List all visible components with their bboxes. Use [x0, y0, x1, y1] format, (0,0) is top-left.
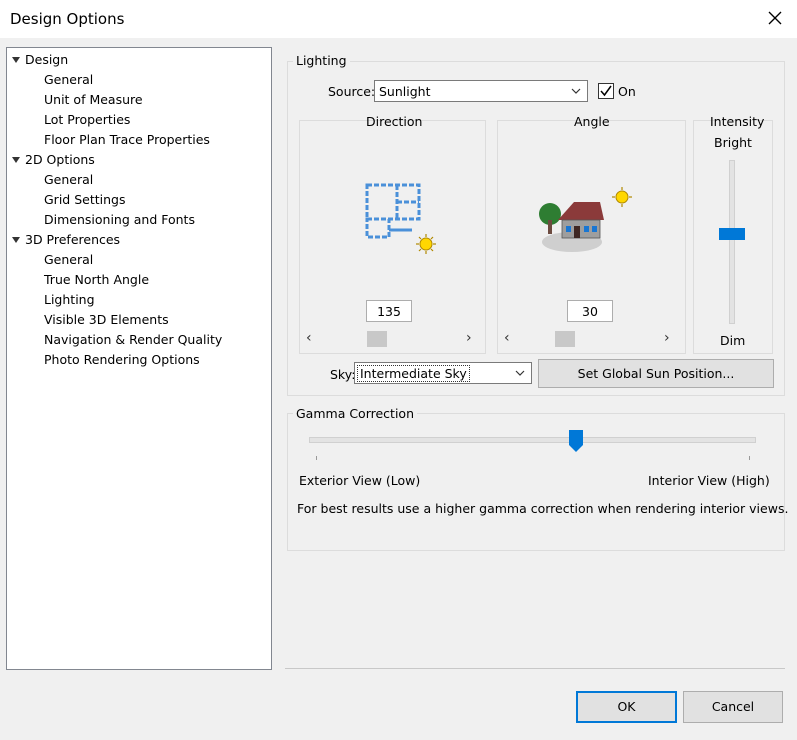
sky-label: Sky:: [330, 367, 356, 382]
lighting-group-label: Lighting: [293, 53, 350, 68]
tree-item-general[interactable]: General: [44, 71, 93, 89]
source-value: Sunlight: [379, 84, 431, 99]
window-title: Design Options: [10, 10, 125, 28]
direction-label: Direction: [366, 114, 423, 129]
chevron-down-icon: [571, 88, 581, 94]
gamma-track: [309, 437, 756, 443]
tree-item-unit-of-measure[interactable]: Unit of Measure: [44, 91, 143, 109]
gamma-group-label: Gamma Correction: [293, 406, 417, 421]
chevron-down-icon: [515, 370, 525, 376]
direction-scrollbar[interactable]: ‹ ›: [301, 328, 480, 350]
footer-divider: [285, 668, 785, 669]
expand-arrow-icon[interactable]: [12, 237, 20, 243]
intensity-label: Intensity: [710, 114, 765, 129]
close-button[interactable]: [765, 8, 785, 28]
gamma-tick-left: [316, 456, 317, 460]
on-label: On: [618, 84, 636, 99]
close-icon: [768, 11, 782, 25]
gamma-tick-right: [749, 456, 750, 460]
gamma-slider-thumb[interactable]: [569, 430, 583, 452]
tree-item-visible-3d-elements[interactable]: Visible 3D Elements: [44, 311, 169, 329]
house-icon: [539, 187, 632, 252]
scroll-left-icon[interactable]: ‹: [504, 330, 510, 346]
ok-button[interactable]: OK: [576, 691, 677, 723]
sky-select[interactable]: Intermediate Sky: [354, 362, 532, 384]
gamma-high-label: Interior View (High): [648, 473, 770, 488]
tree-item-grid-settings[interactable]: Grid Settings: [44, 191, 125, 209]
source-label: Source:: [328, 84, 376, 99]
angle-scrollbar[interactable]: ‹ ›: [499, 328, 680, 350]
tree-item-photo-rendering-options[interactable]: Photo Rendering Options: [44, 351, 200, 369]
intensity-bright-label: Bright: [714, 135, 752, 150]
direction-value-field[interactable]: 135: [366, 300, 412, 322]
tree-item-lighting[interactable]: Lighting: [44, 291, 95, 309]
angle-scroll-thumb[interactable]: [555, 331, 575, 347]
scroll-right-icon[interactable]: ›: [664, 330, 670, 346]
tree-item-true-north-angle[interactable]: True North Angle: [44, 271, 149, 289]
tree-item-floor-plan-trace-properties[interactable]: Floor Plan Trace Properties: [44, 131, 210, 149]
source-select[interactable]: Sunlight: [374, 80, 588, 102]
scroll-left-icon[interactable]: ‹: [306, 330, 312, 346]
tree-item-general[interactable]: General: [44, 171, 93, 189]
tree-item-2d-options[interactable]: 2D Options: [25, 151, 95, 169]
tree-item-lot-properties[interactable]: Lot Properties: [44, 111, 130, 129]
intensity-slider-thumb[interactable]: [719, 227, 745, 240]
tree-item-general[interactable]: General: [44, 251, 93, 269]
floor-plan-icon: [365, 183, 436, 254]
tree-item-design[interactable]: Design: [25, 51, 68, 69]
checkmark-icon: [600, 85, 612, 97]
tree-item-dimensioning-and-fonts[interactable]: Dimensioning and Fonts: [44, 211, 195, 229]
set-global-sun-button[interactable]: Set Global Sun Position...: [538, 359, 774, 388]
expand-arrow-icon[interactable]: [12, 157, 20, 163]
options-tree[interactable]: Design General Unit of Measure Lot Properti…: [6, 47, 272, 670]
on-checkbox[interactable]: [598, 83, 614, 99]
cancel-button[interactable]: Cancel: [683, 691, 783, 723]
intensity-track: [729, 160, 735, 324]
angle-label: Angle: [574, 114, 610, 129]
tree-item-3d-preferences[interactable]: 3D Preferences: [25, 231, 120, 249]
expand-arrow-icon[interactable]: [12, 57, 20, 63]
angle-value-field[interactable]: 30: [567, 300, 613, 322]
gamma-low-label: Exterior View (Low): [299, 473, 421, 488]
direction-scroll-thumb[interactable]: [367, 331, 387, 347]
tree-item-navigation-render-quality[interactable]: Navigation & Render Quality: [44, 331, 222, 349]
gamma-note: For best results use a higher gamma corr…: [297, 501, 789, 516]
intensity-dim-label: Dim: [720, 333, 746, 348]
scroll-right-icon[interactable]: ›: [466, 330, 472, 346]
sky-value: Intermediate Sky: [357, 365, 470, 382]
